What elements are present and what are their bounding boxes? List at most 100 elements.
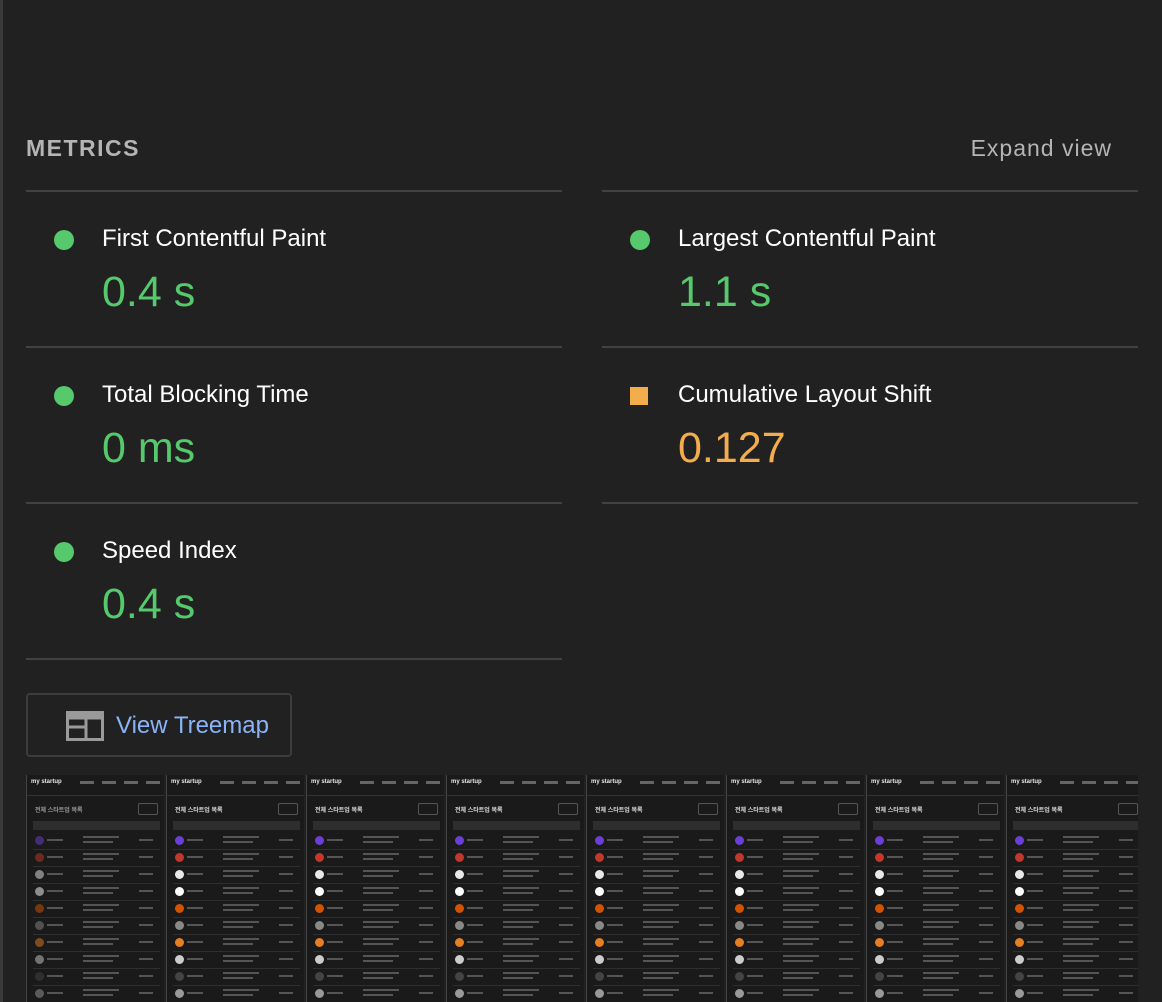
frame-row-divider [453,934,580,935]
frame-row-name [187,941,203,943]
frame-row-description [83,836,119,838]
frame-row-name [747,856,763,858]
frame-row-divider [173,968,300,969]
metrics-header: METRICS Expand view [26,132,1138,164]
frame-row-name [467,958,483,960]
frame-row-category [979,856,993,858]
frame-brand-logo: my startup [1011,779,1042,785]
view-treemap-button[interactable]: View Treemap [26,693,292,757]
frame-row-avatar [455,836,464,845]
metric-label: Largest Contentful Paint [678,225,936,252]
frame-row-description [363,892,393,894]
frame-row-category [139,890,153,892]
frame-search-box [698,803,718,815]
frame-header-divider [167,795,304,796]
frame-row-divider [33,900,160,901]
frame-row-name [1027,992,1043,994]
filmstrip-frame: my startup 전체 스타트업 목록 [166,775,304,1002]
frame-row-description [223,887,259,889]
frame-row-avatar [35,853,44,862]
frame-row-avatar [455,870,464,879]
frame-row-description [1063,960,1093,962]
frame-row-name [887,839,903,841]
frame-row-category [979,873,993,875]
frame-row-description [503,892,533,894]
frame-row-category [279,958,293,960]
frame-row-divider [593,985,720,986]
frame-row-category [559,907,573,909]
metric-cumulative-layout-shift: Cumulative Layout Shift 0.127 [602,346,1138,504]
frame-row-avatar [1015,836,1024,845]
frame-row-description [923,870,959,872]
frame-row-divider [873,985,1000,986]
frame-row-avatar [1015,887,1024,896]
metric-first-contentful-paint: First Contentful Paint 0.4 s [26,190,562,346]
frame-row-divider [593,866,720,867]
frame-row-category [699,924,713,926]
frame-row-avatar [1015,955,1024,964]
expand-view-toggle[interactable]: Expand view [971,132,1112,164]
frame-row-avatar [175,836,184,845]
frame-row-name [187,839,203,841]
frame-row-category [559,873,573,875]
frame-row-avatar [1015,853,1024,862]
frame-row-divider [453,866,580,867]
frame-row-description [503,904,539,906]
frame-table-header [173,821,300,830]
frame-row-avatar [175,921,184,930]
frame-row-divider [453,917,580,918]
frame-row-avatar [35,887,44,896]
frame-row-name [47,873,63,875]
frame-search-box [418,803,438,815]
frame-row-category [559,839,573,841]
frame-row-name [327,907,343,909]
frame-row-name [467,924,483,926]
pass-indicator-icon [54,386,74,406]
frame-heading: 전체 스타트업 목록 [735,808,783,814]
frame-row-description [363,926,393,928]
frame-row-divider [33,951,160,952]
frame-row-divider [593,883,720,884]
frame-row-category [699,941,713,943]
frame-row-avatar [35,921,44,930]
frame-row-divider [453,900,580,901]
frame-row-description [923,887,959,889]
frame-row-avatar [35,836,44,845]
metric-largest-contentful-paint: Largest Contentful Paint 1.1 s [602,190,1138,346]
frame-row-description [363,989,399,991]
frame-heading: 전체 스타트업 목록 [35,808,83,814]
frame-row-description [503,836,539,838]
frame-row-name [1027,975,1043,977]
frame-row-category [559,941,573,943]
frame-row-description [783,836,819,838]
frame-row-avatar [735,904,744,913]
frame-row-description [223,853,259,855]
frame-row-description [783,853,819,855]
filmstrip-frame: my startup 전체 스타트업 목록 [26,775,164,1002]
frame-row-description [643,994,673,996]
frame-row-description [223,994,253,996]
frame-row-category [979,941,993,943]
frame-row-divider [873,934,1000,935]
frame-row-avatar [35,955,44,964]
frame-row-divider [313,934,440,935]
frame-row-divider [33,849,160,850]
frame-row-description [923,955,959,957]
frame-heading: 전체 스타트업 목록 [595,808,643,814]
frame-row-category [279,941,293,943]
metric-label: Speed Index [102,537,237,564]
frame-row-avatar [35,870,44,879]
frame-row-category [279,890,293,892]
frame-row-description [923,909,953,911]
frame-row-category [419,856,433,858]
frame-row-name [887,856,903,858]
frame-row-name [467,890,483,892]
frame-row-description [1063,926,1093,928]
frame-brand-logo: my startup [591,779,622,785]
frame-brand-logo: my startup [731,779,762,785]
frame-row-category [1119,890,1133,892]
frame-row-category [839,958,853,960]
frame-row-description [1063,921,1099,923]
frame-row-divider [593,968,720,969]
frame-row-description [503,938,539,940]
